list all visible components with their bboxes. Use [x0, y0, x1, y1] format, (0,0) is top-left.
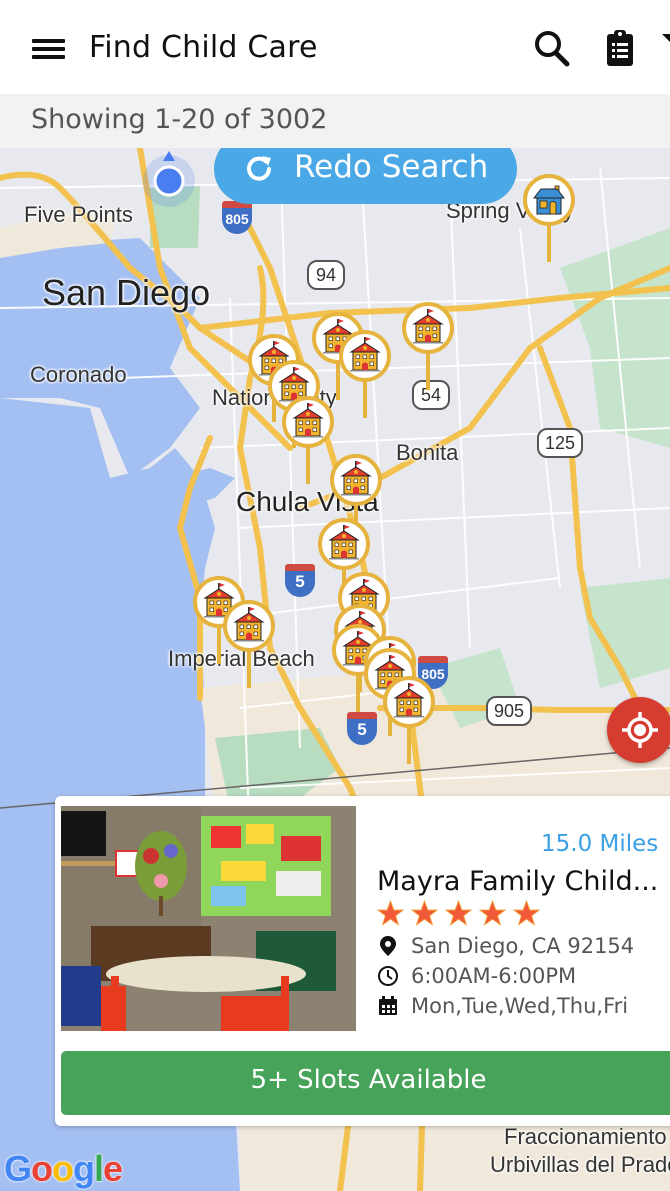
provider-card[interactable]: 15.0 Miles Mayra Family Child... San Die… [55, 796, 670, 1126]
app-bar: Find Child Care [0, 0, 670, 94]
map-pin-house[interactable] [523, 174, 575, 264]
map-label-coronado: Coronado [30, 362, 127, 387]
page-title: Find Child Care [89, 30, 318, 65]
slots-available-button[interactable]: 5+ Slots Available [61, 1051, 670, 1115]
hours-text: 6:00AM-6:00PM [411, 964, 577, 988]
calendar-icon [379, 996, 397, 1015]
location-text: San Diego, CA 92154 [411, 934, 635, 958]
results-count: Showing 1-20 of 3002 [31, 104, 328, 135]
location-row: San Diego, CA 92154 [377, 933, 634, 959]
distance: 15.0 Miles [541, 831, 659, 857]
map-label-urbivillas: Urbivillas del Prado [490, 1152, 670, 1177]
star-icon [513, 900, 540, 926]
redo-search-label: Redo Search [294, 149, 489, 185]
star-icon [411, 900, 438, 926]
route-shield: 125 [537, 428, 584, 458]
crosshair-icon [622, 712, 658, 748]
map-label-bonita: Bonita [396, 440, 459, 465]
clock-icon [378, 966, 398, 986]
provider-photo [61, 806, 356, 1031]
star-icon [445, 900, 472, 926]
map-label-san-diego: San Diego [42, 272, 211, 313]
map-pin-school[interactable] [383, 676, 435, 766]
slots-label: 5+ Slots Available [250, 1065, 487, 1095]
provider-name[interactable]: Mayra Family Child... [377, 866, 658, 897]
interstate-shield: 805 [222, 201, 252, 235]
map-label-five-points: Five Points [24, 202, 133, 227]
days-text: Mon,Tue,Wed,Thu,Fri [411, 994, 629, 1018]
my-location-button[interactable] [607, 697, 670, 763]
map-pin-school[interactable] [402, 302, 454, 392]
map-pin-school[interactable] [282, 396, 334, 486]
star-rating [377, 900, 540, 928]
map-pin-school[interactable] [339, 330, 391, 420]
star-icon [377, 900, 404, 926]
google-logo: Google [4, 1148, 123, 1189]
map-pin-icon [380, 936, 396, 956]
redo-search-button[interactable]: Redo Search [214, 148, 517, 204]
menu-icon[interactable] [30, 36, 66, 62]
days-row: Mon,Tue,Wed,Thu,Fri [377, 993, 628, 1019]
results-bar: Showing 1-20 of 3002 [0, 94, 670, 148]
refresh-icon [247, 156, 271, 181]
map-label-fraccionamiento: Fraccionamiento [504, 1124, 667, 1149]
route-shield: 905 [486, 696, 533, 726]
route-shield: 94 [307, 260, 345, 290]
map-pin-school[interactable] [223, 600, 275, 690]
search-icon[interactable] [532, 28, 572, 70]
clipboard-list-icon[interactable] [600, 28, 640, 70]
user-location-marker [141, 151, 197, 207]
star-icon [479, 900, 506, 926]
interstate-shield: 5 [285, 564, 315, 598]
hours-row: 6:00AM-6:00PM [377, 963, 576, 989]
filter-icon[interactable] [660, 28, 670, 70]
